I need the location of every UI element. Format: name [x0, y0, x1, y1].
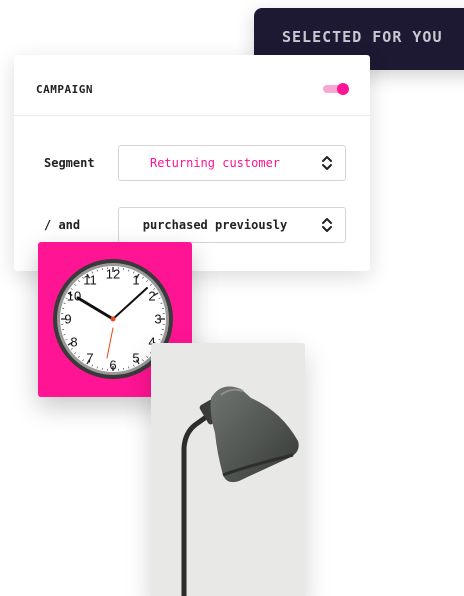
campaign-toggle[interactable]	[323, 83, 349, 95]
campaign-header: CAMPAIGN	[14, 55, 370, 116]
updown-chevron-icon	[322, 156, 332, 170]
lamp-product-tile[interactable]	[151, 343, 305, 596]
clock-numeral: 9	[64, 312, 71, 327]
toggle-knob	[337, 83, 349, 95]
clock-numeral: 10	[67, 289, 81, 304]
updown-chevron-icon	[322, 218, 332, 232]
clock-numeral: 7	[86, 351, 93, 366]
segment-select-value: Returning customer	[149, 156, 281, 170]
clock-numeral: 8	[70, 335, 77, 350]
clock-numeral: 6	[109, 358, 116, 373]
stage: SELECTED FOR YOU CAMPAIGN Segment Return…	[0, 0, 464, 596]
segment-select[interactable]: Returning customer	[118, 145, 346, 181]
segment-label: Segment	[44, 156, 95, 170]
clock-numeral: 5	[132, 351, 139, 366]
clock-numeral: 2	[148, 289, 155, 304]
clock-numeral: 12	[106, 267, 120, 282]
clock-numeral: 1	[132, 273, 139, 288]
campaign-title: CAMPAIGN	[36, 83, 93, 96]
clock-numeral: 11	[83, 273, 97, 288]
lamp-image	[181, 386, 299, 596]
purchase-select[interactable]: purchased previously	[118, 207, 346, 243]
banner-text: SELECTED FOR YOU	[282, 28, 443, 46]
purchase-select-value: purchased previously	[142, 218, 288, 232]
clock-numeral: 3	[154, 312, 161, 327]
campaign-card: CAMPAIGN Segment Returning customer / an…	[14, 55, 370, 271]
and-label: / and	[44, 218, 81, 232]
